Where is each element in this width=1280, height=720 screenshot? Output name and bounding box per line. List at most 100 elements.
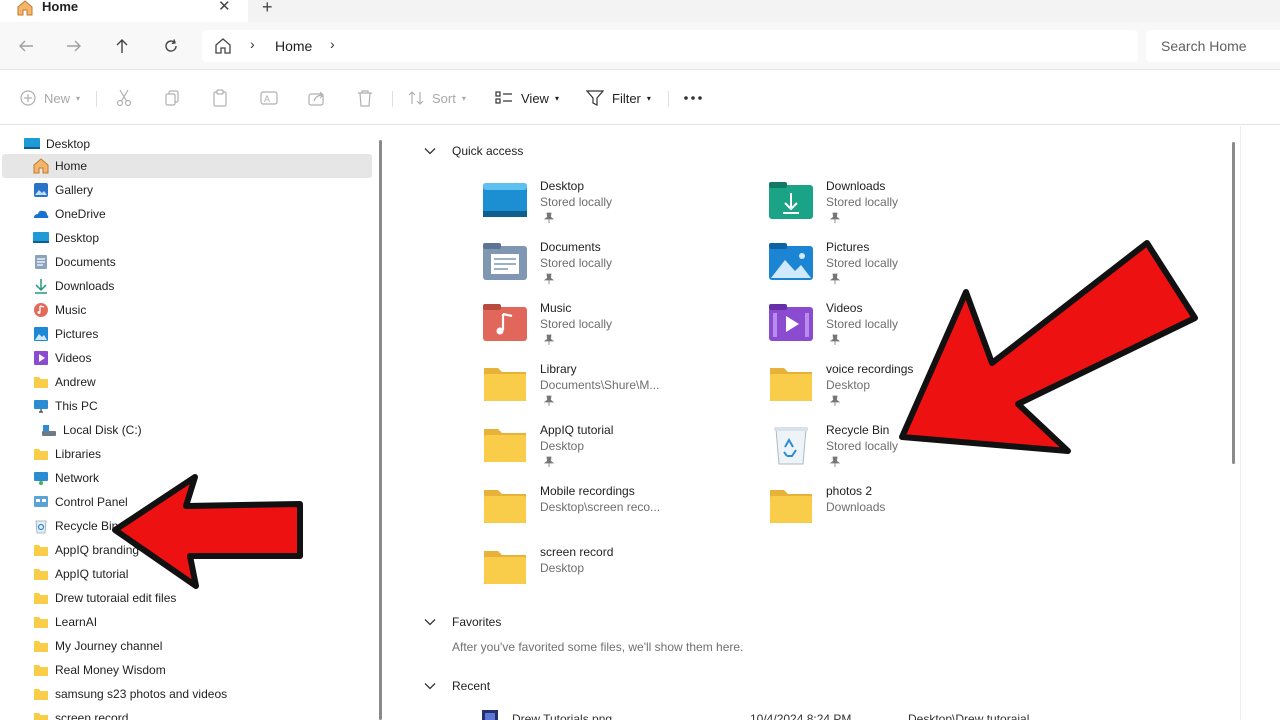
share-button[interactable] [308, 88, 326, 108]
sidebar-item-home[interactable]: Home [2, 154, 372, 178]
onedrive-icon [33, 206, 49, 222]
share-icon [308, 91, 324, 106]
search-input[interactable]: Search Home [1146, 30, 1280, 62]
qa-item-screen-record[interactable]: screen record Desktop [482, 545, 752, 601]
copy-icon [165, 90, 179, 106]
sidebar-item-downloads[interactable]: Downloads [2, 274, 372, 298]
sidebar-item-label: Gallery [55, 183, 94, 197]
qa-item-photos-2[interactable]: photos 2 Downloads [768, 484, 1038, 540]
forward-arrow-icon[interactable] [62, 34, 86, 58]
documents-folder-icon [483, 243, 527, 280]
sidebar-item-pictures[interactable]: Pictures [2, 322, 372, 346]
rename-button[interactable]: A [260, 88, 278, 108]
recent-header[interactable]: Recent [424, 679, 490, 693]
sidebar-item-documents[interactable]: Documents [2, 250, 372, 274]
refresh-icon[interactable] [159, 34, 183, 58]
qa-item-library[interactable]: Library Documents\Shure\M... [482, 362, 752, 418]
pictures-icon [33, 326, 49, 342]
sidebar-item-desktop-root[interactable]: Desktop [2, 132, 372, 156]
content-pane: Quick access Desktop Stored locally Down… [388, 126, 1280, 720]
sidebar-item-learnai[interactable]: LearnAI [2, 610, 372, 634]
sidebar-item-local-disk[interactable]: Local Disk (C:) [2, 418, 372, 442]
new-button[interactable]: New ▾ [20, 88, 80, 108]
tab-home[interactable]: Home ✕ [0, 0, 248, 22]
up-arrow-icon[interactable] [110, 34, 134, 58]
recent-row[interactable]: Drew Tutorials.png 10/4/2024 8:24 PM Des… [478, 710, 1258, 720]
sidebar-item-control-panel[interactable]: Control Panel [2, 490, 372, 514]
favorites-header[interactable]: Favorites [424, 615, 501, 629]
sidebar-item-appiq-tutorial[interactable]: AppIQ tutorial [2, 562, 372, 586]
sidebar-item-desktop[interactable]: Desktop [2, 226, 372, 250]
content-scroll-track [1240, 126, 1241, 720]
sidebar-item-screen-record[interactable]: screen record [2, 706, 372, 720]
view-button[interactable]: View ▾ [495, 88, 559, 108]
more-options-button[interactable] [683, 88, 703, 108]
favorites-title: Favorites [452, 615, 502, 629]
sidebar-item-gallery[interactable]: Gallery [2, 178, 372, 202]
sidebar-item-music[interactable]: Music [2, 298, 372, 322]
qa-item-downloads[interactable]: Downloads Stored locally [768, 179, 1038, 235]
back-arrow-icon[interactable] [14, 34, 38, 58]
copy-button[interactable] [164, 88, 180, 108]
downloads-icon [33, 278, 49, 294]
qa-item-pictures[interactable]: Pictures Stored locally [768, 240, 1038, 296]
sidebar-item-onedrive[interactable]: OneDrive [2, 202, 372, 226]
qa-item-appiq-tutorial[interactable]: AppIQ tutorial Desktop [482, 423, 752, 479]
paste-button[interactable] [212, 88, 228, 108]
sidebar-item-label: screen record [55, 711, 129, 720]
folder-icon [33, 638, 49, 654]
breadcrumb-home[interactable]: Home [275, 38, 312, 54]
content-scrollbar[interactable] [1232, 142, 1235, 464]
folder-icon [484, 490, 526, 523]
sidebar-item-appiq-branding[interactable]: AppIQ branding [2, 538, 372, 562]
sidebar-item-videos[interactable]: Videos [2, 346, 372, 370]
item-location: Desktop [826, 378, 871, 392]
qa-item-documents[interactable]: Documents Stored locally [482, 240, 752, 296]
qa-item-music[interactable]: Music Stored locally [482, 301, 752, 357]
folder-icon [33, 542, 49, 558]
chevron-down-icon: ▾ [461, 93, 466, 103]
sidebar-item-my-journey[interactable]: My Journey channel [2, 634, 372, 658]
folder-icon [33, 614, 49, 630]
sidebar-item-label: Pictures [55, 327, 99, 341]
sidebar-item-recycle-bin[interactable]: Recycle Bin [2, 514, 372, 538]
sidebar-item-network[interactable]: Network [2, 466, 372, 490]
folder-icon [770, 368, 812, 401]
cut-button[interactable] [116, 88, 132, 108]
item-location: Desktop [540, 561, 585, 575]
sidebar-item-label: This PC [55, 399, 98, 413]
new-icon [20, 90, 36, 106]
pane-splitter[interactable] [376, 126, 384, 720]
qa-item-mobile-recordings[interactable]: Mobile recordings Desktop\screen reco... [482, 484, 752, 540]
item-location: Stored locally [540, 256, 613, 270]
chevron-right-icon[interactable]: › [330, 36, 335, 52]
new-tab-icon[interactable]: + [262, 0, 273, 16]
sidebar-item-libraries[interactable]: Libraries [2, 442, 372, 466]
filter-button[interactable]: Filter ▾ [586, 88, 651, 108]
quick-access-header[interactable]: Quick access [424, 144, 523, 158]
folder-icon [33, 710, 49, 720]
pin-icon [830, 334, 840, 345]
delete-button[interactable] [357, 88, 373, 108]
svg-text:A: A [264, 94, 270, 104]
sidebar-item-this-pc[interactable]: This PC [2, 394, 372, 418]
sidebar-scrollbar[interactable] [379, 140, 382, 720]
sidebar-item-samsung[interactable]: samsung s23 photos and videos [2, 682, 372, 706]
recent-name: Drew Tutorials.png [512, 712, 613, 720]
home-outline-icon[interactable] [214, 37, 232, 55]
sidebar-item-drew-tutoraial[interactable]: Drew tutoraial edit files [2, 586, 372, 610]
address-row: › Home › Search Home [0, 22, 1280, 70]
qa-item-voice-recordings[interactable]: voice recordings Desktop [768, 362, 1038, 418]
address-bar[interactable]: › Home › [202, 30, 1138, 62]
sidebar-item-andrew[interactable]: Andrew [2, 370, 372, 394]
sort-button[interactable]: Sort ▾ [408, 88, 466, 108]
chevron-right-icon[interactable]: › [250, 36, 255, 52]
folder-icon [484, 368, 526, 401]
sidebar-item-real-money[interactable]: Real Money Wisdom [2, 658, 372, 682]
close-tab-icon[interactable]: ✕ [218, 0, 231, 15]
qa-item-desktop[interactable]: Desktop Stored locally [482, 179, 752, 235]
item-location: Downloads [826, 500, 886, 514]
sidebar-item-label: OneDrive [55, 207, 106, 221]
qa-item-videos[interactable]: Videos Stored locally [768, 301, 1038, 357]
qa-item-recycle-bin[interactable]: Recycle Bin Stored locally [768, 423, 1038, 479]
